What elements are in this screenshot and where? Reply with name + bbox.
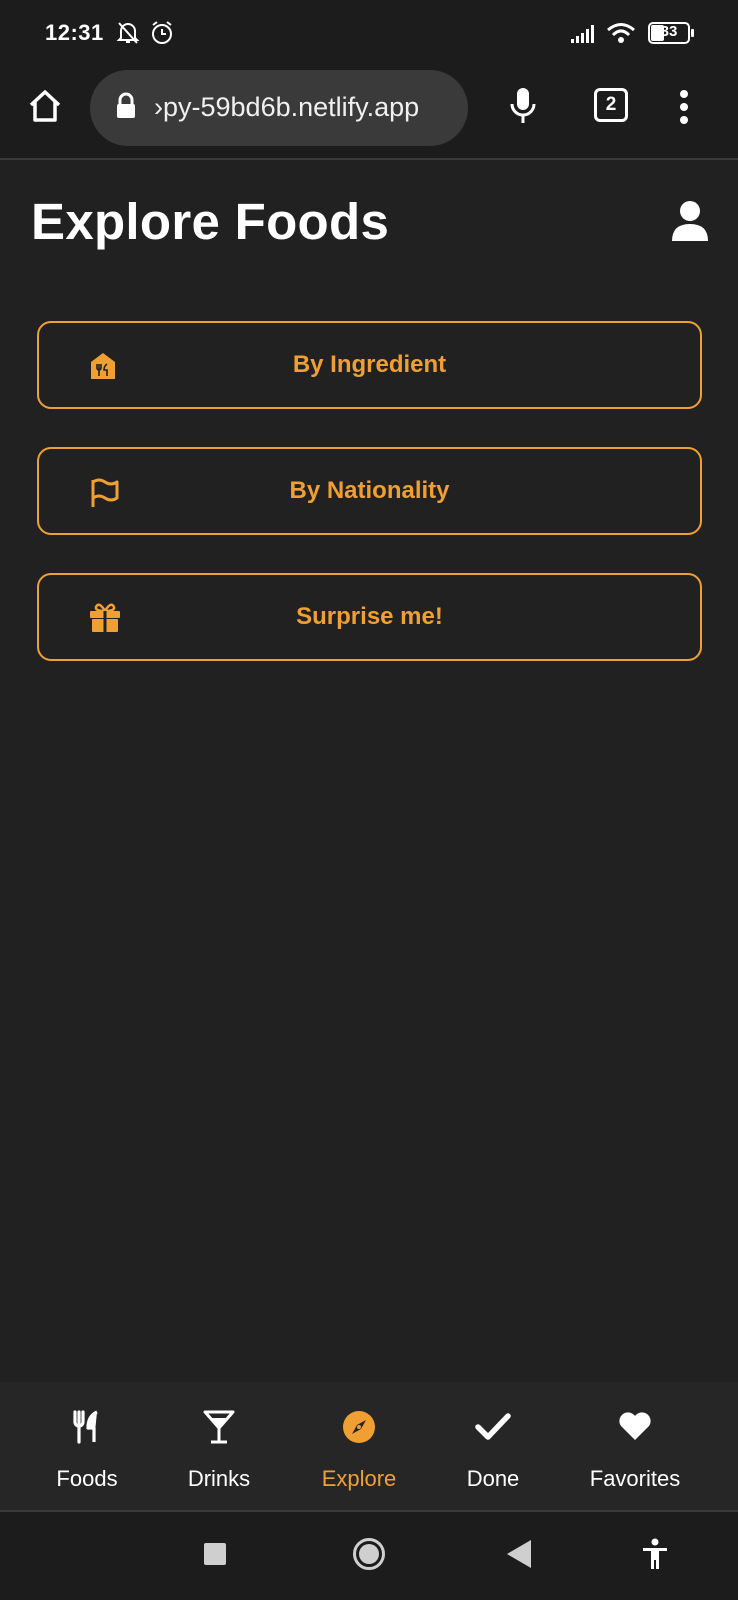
compass-icon <box>342 1410 376 1449</box>
nav-favorites[interactable]: Favorites <box>570 1382 700 1512</box>
battery-level: 33 <box>660 23 678 40</box>
nav-done[interactable]: Done <box>433 1382 553 1512</box>
by-ingredient-button[interactable]: By Ingredient <box>37 321 702 409</box>
system-nav <box>0 1512 738 1600</box>
nav-label: Foods <box>56 1466 118 1491</box>
screen: 12:31 33 ›py-59bd6b.netlify.app 2 Explor… <box>0 0 738 1600</box>
check-icon <box>475 1410 511 1449</box>
alarm-icon <box>150 20 174 51</box>
status-bar: 12:31 33 <box>0 0 738 66</box>
more-vert-icon[interactable] <box>678 90 690 129</box>
tabs-icon[interactable]: 2 <box>594 88 628 122</box>
recents-square-icon[interactable] <box>204 1543 226 1570</box>
nav-label: Favorites <box>589 1466 681 1491</box>
option-label: By Nationality <box>289 477 450 504</box>
url-text: ›py-59bd6b.netlify.app <box>154 92 420 122</box>
battery-icon: 33 <box>648 22 696 49</box>
accessibility-icon[interactable] <box>642 1538 668 1575</box>
nav-foods[interactable]: Foods <box>27 1382 147 1512</box>
nav-explore[interactable]: Explore <box>299 1382 419 1512</box>
lock-icon <box>115 92 137 125</box>
page-title: Explore Foods <box>31 193 390 250</box>
browser-bar: ›py-59bd6b.netlify.app 2 <box>0 66 738 160</box>
status-time: 12:31 <box>45 20 104 45</box>
surprise-me-button[interactable]: Surprise me! <box>37 573 702 661</box>
back-triangle-icon[interactable] <box>507 1540 531 1573</box>
home-icon[interactable] <box>27 88 63 129</box>
home-circle-icon[interactable] <box>352 1537 386 1576</box>
url-bar[interactable]: ›py-59bd6b.netlify.app <box>90 70 468 146</box>
utensils-icon <box>73 1410 101 1449</box>
by-nationality-button[interactable]: By Nationality <box>37 447 702 535</box>
nav-drinks[interactable]: Drinks <box>159 1382 279 1512</box>
cocktail-icon <box>203 1410 235 1449</box>
heart-icon <box>618 1410 652 1447</box>
bell-off-icon <box>116 20 140 51</box>
signal-icon <box>570 24 596 49</box>
tab-count: 2 <box>605 94 617 115</box>
nav-label: Done <box>466 1466 520 1491</box>
option-label: By Ingredient <box>292 351 447 378</box>
bottom-nav: Foods Drinks Explore Done Favorites <box>0 1382 738 1512</box>
wifi-icon <box>606 22 636 49</box>
mic-icon[interactable] <box>509 86 537 131</box>
user-icon[interactable] <box>670 200 710 247</box>
nav-label: Drinks <box>187 1466 251 1491</box>
nav-label: Explore <box>321 1466 397 1491</box>
option-label: Surprise me! <box>296 603 443 630</box>
